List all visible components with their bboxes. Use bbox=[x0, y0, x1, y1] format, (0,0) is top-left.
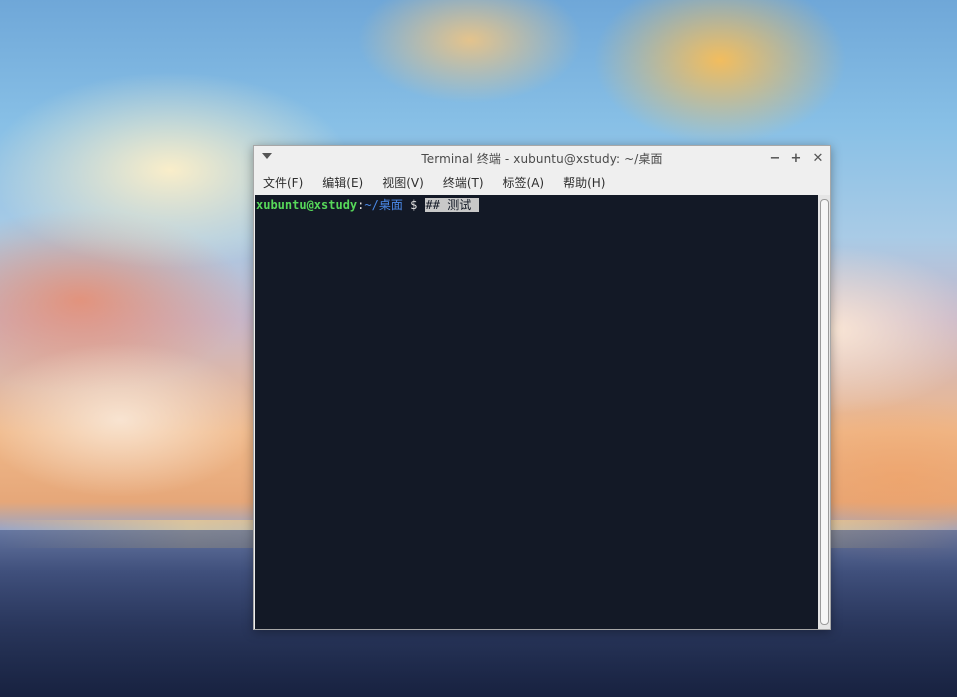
close-icon[interactable]: ✕ bbox=[810, 149, 826, 167]
menu-help[interactable]: 帮助(H) bbox=[563, 174, 605, 191]
menu-view[interactable]: 视图(V) bbox=[382, 174, 424, 191]
menu-file[interactable]: 文件(F) bbox=[263, 174, 303, 191]
menu-tabs[interactable]: 标签(A) bbox=[503, 174, 545, 191]
command-text[interactable]: ## 测试 bbox=[424, 198, 480, 212]
window-title: Terminal 终端 - xubuntu@xstudy: ~/桌面 bbox=[421, 151, 663, 166]
prompt-user-host: xubuntu@xstudy bbox=[256, 198, 358, 212]
prompt-path: ~/桌面 bbox=[364, 198, 403, 212]
menu-bar: 文件(F) 编辑(E) 视图(V) 终端(T) 标签(A) 帮助(H) bbox=[254, 170, 830, 194]
menu-edit[interactable]: 编辑(E) bbox=[322, 174, 363, 191]
terminal-window[interactable]: Terminal 终端 - xubuntu@xstudy: ~/桌面 − + ✕… bbox=[253, 145, 831, 630]
minimize-icon[interactable]: − bbox=[767, 149, 783, 167]
terminal-area[interactable]: xubuntu@xstudy:~/桌面 $ ## 测试 bbox=[255, 195, 818, 629]
prompt-line: xubuntu@xstudy:~/桌面 $ ## 测试 bbox=[256, 198, 480, 213]
desktop-wallpaper: Terminal 终端 - xubuntu@xstudy: ~/桌面 − + ✕… bbox=[0, 0, 957, 697]
prompt-dollar: $ bbox=[402, 198, 425, 212]
menu-terminal[interactable]: 终端(T) bbox=[443, 174, 484, 191]
scrollbar[interactable] bbox=[818, 195, 830, 629]
title-bar[interactable]: Terminal 终端 - xubuntu@xstudy: ~/桌面 − + ✕ bbox=[254, 146, 830, 170]
maximize-icon[interactable]: + bbox=[788, 149, 804, 167]
scrollbar-thumb[interactable] bbox=[820, 199, 829, 625]
chevron-down-icon[interactable] bbox=[262, 153, 272, 159]
